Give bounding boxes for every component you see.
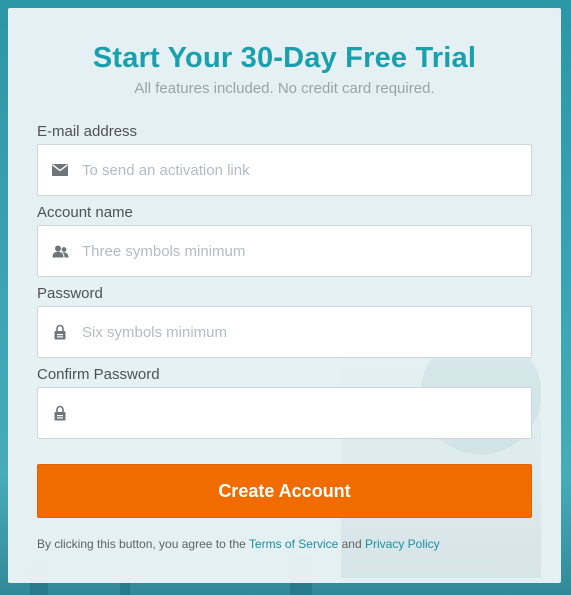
page-title: Start Your 30-Day Free Trial (92, 42, 477, 74)
confirm-password-field[interactable] (37, 387, 532, 439)
password-label: Password (37, 285, 103, 302)
terms-of-service-link[interactable]: Terms of Service (249, 537, 338, 551)
lock-icon (38, 388, 82, 438)
password-input[interactable] (82, 308, 522, 356)
users-icon (38, 226, 82, 276)
password-field[interactable] (37, 306, 532, 358)
confirm-password-input[interactable] (82, 389, 522, 437)
envelope-icon (38, 145, 82, 195)
page-subtitle: All features included. No credit card re… (134, 80, 435, 97)
terms-and: and (341, 537, 362, 551)
privacy-policy-link[interactable]: Privacy Policy (365, 537, 440, 551)
account-name-field[interactable] (37, 225, 532, 277)
email-field[interactable] (37, 144, 532, 196)
account-name-input[interactable] (82, 227, 522, 275)
create-account-button[interactable]: Create Account (37, 464, 532, 518)
confirm-password-label: Confirm Password (37, 366, 160, 383)
terms-notice: By clicking this button, you agree to th… (37, 537, 440, 551)
email-label: E-mail address (37, 123, 138, 140)
account-name-label: Account name (37, 204, 133, 221)
signup-card: Start Your 30-Day Free Trial All feature… (8, 8, 561, 583)
lock-icon (38, 307, 82, 357)
email-input[interactable] (82, 146, 522, 194)
terms-prefix: By clicking this button, you agree to th… (37, 537, 246, 551)
